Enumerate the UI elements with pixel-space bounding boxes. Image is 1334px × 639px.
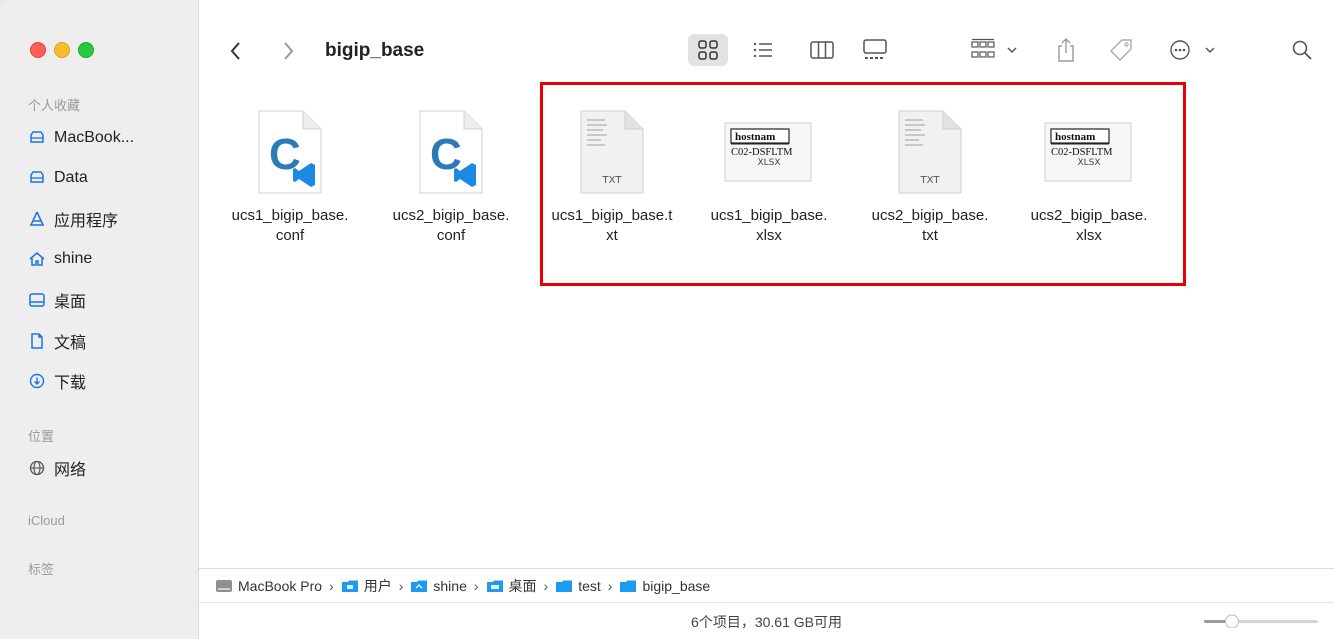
file-item[interactable]: C ucs2_bigip_base. conf [371,106,531,246]
path-separator: › [607,578,613,594]
close-button[interactable] [30,42,46,58]
gallery-view-button[interactable] [858,34,892,66]
forward-button[interactable] [276,38,300,64]
minimize-button[interactable] [54,42,70,58]
icon-size-slider[interactable] [1202,614,1320,628]
window-title: bigip_base [325,40,425,61]
share-icon [1058,38,1074,62]
document-icon [28,332,46,350]
applications-icon [28,210,46,228]
status-bar: 6个项目，30.61 GB可用 [199,602,1334,639]
path-separator: › [543,578,549,594]
sidebar-item-shine[interactable]: shine [28,247,92,271]
finder-window: 个人收藏 MacBook... Data 应用程序 shine 桌面 文稿 下载… [0,0,1334,639]
sidebar-item-network[interactable]: 网络 [28,456,86,480]
sidebar-item-desktop[interactable]: 桌面 [28,288,86,312]
highlight-box [540,82,1186,286]
ellipsis-circle-icon [1170,40,1215,60]
sidebar-section-tags[interactable]: 标签 [28,559,54,578]
drive-icon [28,129,46,147]
sidebar-item-label: Data [54,169,88,186]
sidebar-item-label: shine [54,250,93,267]
folder-icon [486,580,503,592]
network-icon [28,459,46,477]
file-name: ucs2_bigip_base. conf [392,207,510,244]
window-controls [30,42,94,58]
sidebar-item-label: 桌面 [54,294,87,311]
vscode-c-file-icon: C [371,106,531,198]
zoom-button[interactable] [78,42,94,58]
path-separator: › [473,578,479,594]
tag-icon [1110,39,1132,61]
group-icon [971,38,1017,58]
path-crumb-desktop[interactable]: 桌面 [486,576,537,596]
action-menu-button[interactable] [1166,34,1222,66]
sidebar-section-favorites: 个人收藏 [28,98,81,113]
chevron-left-icon [230,42,240,60]
sidebar-item-label: MacBook... [54,129,135,146]
path-crumb-users[interactable]: 用户 [341,576,392,596]
sidebar-item-label: 文稿 [54,335,87,352]
group-by-button[interactable] [966,34,1026,66]
columns-icon [810,41,834,59]
sidebar-item-applications[interactable]: 应用程序 [28,207,118,231]
sidebar-item-data[interactable]: Data [28,166,88,190]
sidebar-item-documents[interactable]: 文稿 [28,329,86,353]
drive-icon [28,169,46,187]
list-icon [753,42,772,58]
column-view-button[interactable] [806,34,838,66]
folder-icon [411,580,428,592]
vscode-c-file-icon: C [210,106,370,198]
tag-button[interactable] [1104,34,1138,66]
path-crumb-bigip-base[interactable]: bigip_base [619,578,710,594]
sidebar-item-label: 应用程序 [54,213,119,230]
folder-icon [556,580,573,592]
back-button[interactable] [224,38,248,64]
sidebar-item-downloads[interactable]: 下载 [28,369,86,393]
chevron-right-icon [284,42,294,60]
path-bar: MacBook Pro › 用户 › shine › 桌面 › test › b… [199,568,1334,603]
icon-view-button[interactable] [688,34,728,66]
file-item[interactable]: C ucs1_bigip_base. conf [210,106,370,246]
folder-icon [341,580,358,592]
sidebar-item-label: 下载 [54,375,87,392]
search-icon [1292,40,1312,60]
sidebar-item-macbook[interactable]: MacBook... [28,126,134,150]
list-view-button[interactable] [748,34,778,66]
folder-icon [620,580,637,592]
path-separator: › [398,578,404,594]
desktop-icon [28,291,46,309]
path-crumb-macbook[interactable]: MacBook Pro [215,578,322,594]
sidebar-item-label: 网络 [54,462,87,479]
sidebar-section-locations: 位置 [28,429,55,444]
path-crumb-shine[interactable]: shine [410,578,467,594]
share-button[interactable] [1052,34,1080,66]
gallery-icon [863,39,887,59]
sidebar: 个人收藏 MacBook... Data 应用程序 shine 桌面 文稿 下载… [0,0,199,639]
path-crumb-test[interactable]: test [555,578,601,594]
download-icon [28,372,46,390]
chevron-down-icon [1007,47,1017,54]
sidebar-section-icloud[interactable]: iCloud [28,513,65,528]
chevron-down-icon [1205,47,1215,54]
file-name: ucs1_bigip_base. conf [231,207,349,244]
status-text: 6个项目，30.61 GB可用 [691,613,842,630]
search-button[interactable] [1288,34,1316,66]
grid-icon [698,40,718,60]
home-icon [28,250,46,268]
path-separator: › [329,578,334,594]
disk-icon [216,580,232,592]
